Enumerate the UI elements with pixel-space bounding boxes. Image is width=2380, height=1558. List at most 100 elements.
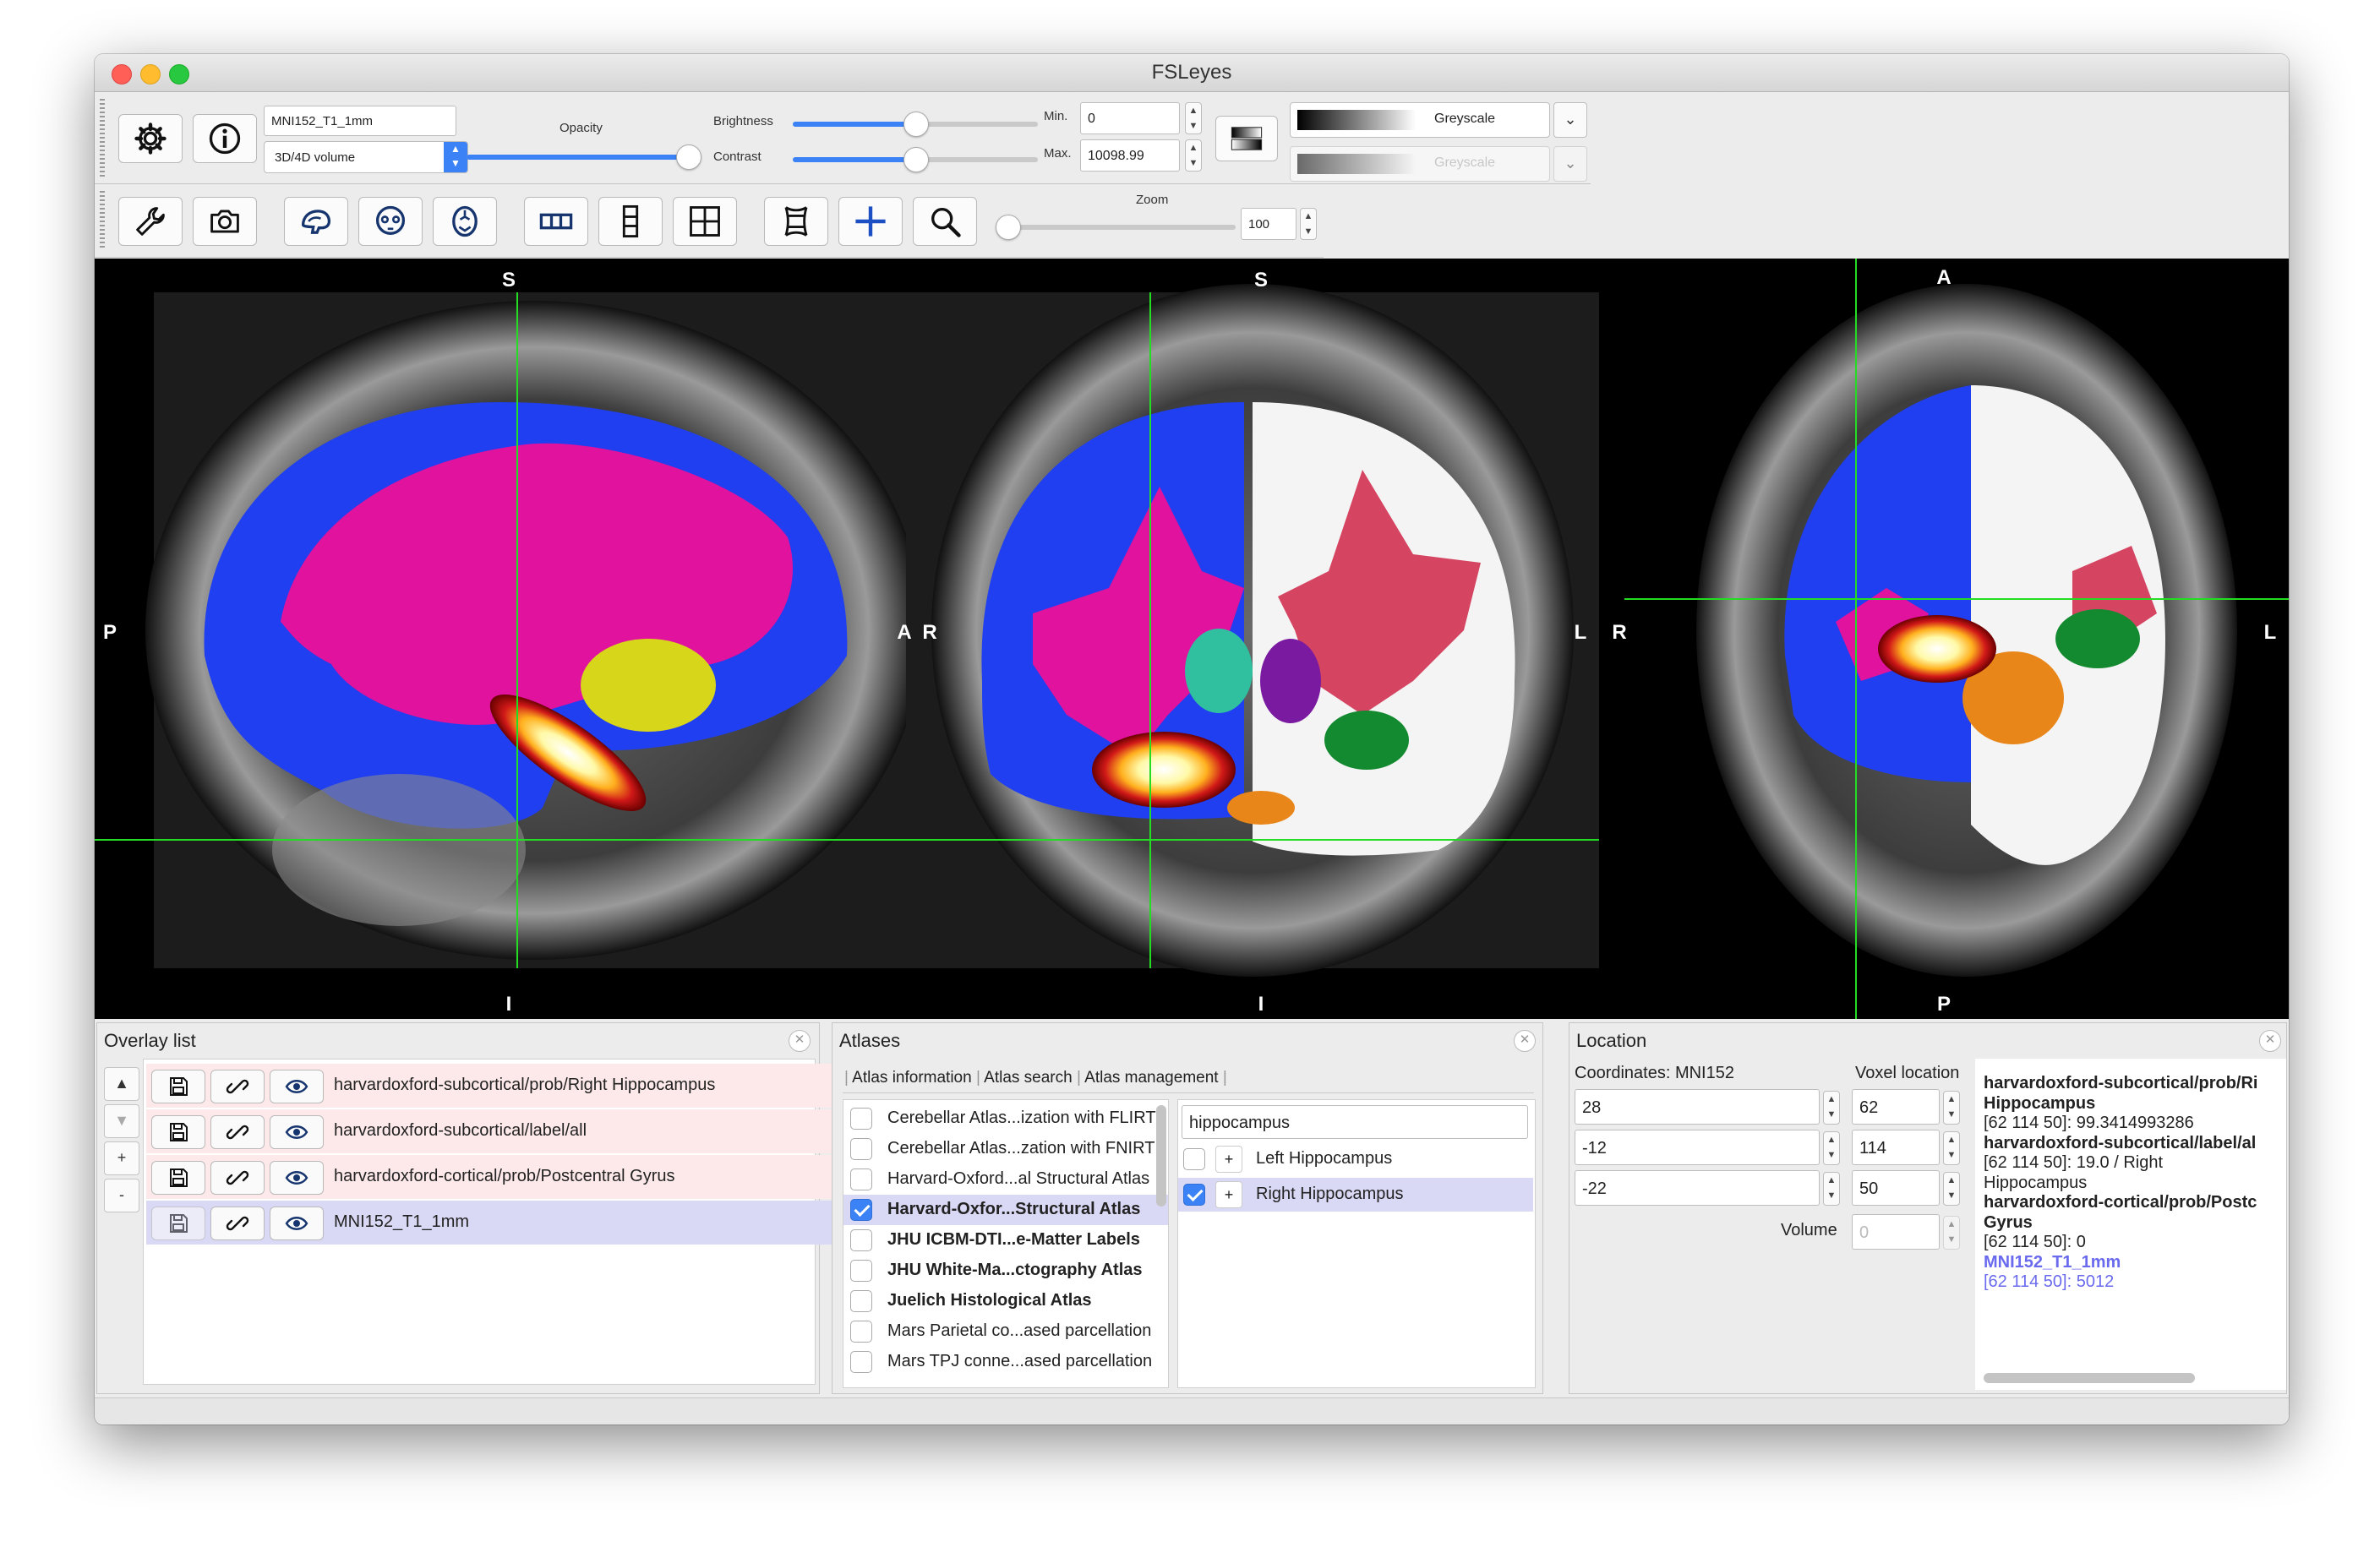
overlay-type-select[interactable]: 3D/4D volume ▲ ▼ [264,141,468,173]
axial-view[interactable] [1624,259,2289,1019]
close-overlay-list-button[interactable]: ✕ [789,1030,811,1052]
contrast-slider[interactable] [793,147,1038,172]
voxel-z-field[interactable]: 50 [1852,1170,1940,1206]
toggle-crosshair-button[interactable] [838,197,903,246]
save-overlay-button[interactable] [151,1207,205,1240]
toggle-visibility-button[interactable] [270,1161,324,1195]
horizontal-layout-button[interactable] [524,197,588,246]
atlas-list-item[interactable]: Harvard-Oxford...al Structural Atlas [843,1164,1168,1195]
brightness-slider[interactable] [793,112,1038,137]
remove-overlay-button[interactable]: - [104,1179,139,1212]
save-overlay-button[interactable] [151,1161,205,1195]
grid-layout-button[interactable] [673,197,737,246]
region-checkbox[interactable] [1183,1184,1205,1206]
zoom-knob[interactable] [996,215,1021,240]
contrast-knob[interactable] [903,147,929,172]
overlay-row[interactable]: harvardoxford-subcortical/prob/Right Hip… [146,1064,890,1108]
vertical-layout-button[interactable] [598,197,663,246]
atlas-checkbox[interactable] [850,1229,872,1251]
region-row-selected[interactable]: + Right Hippocampus [1178,1178,1533,1212]
toggle-coronal-button[interactable] [358,197,423,246]
link-overlay-button[interactable] [210,1207,265,1240]
screenshot-button[interactable] [193,197,257,246]
voxel-x-field[interactable]: 62 [1852,1089,1940,1125]
voxel-y-field[interactable]: 114 [1852,1130,1940,1165]
atlas-checkbox[interactable] [850,1199,872,1221]
coord-z-field[interactable]: -22 [1575,1170,1820,1206]
atlas-checkbox[interactable] [850,1168,872,1190]
atlas-list-item[interactable]: Cerebellar Atlas...zation with FNIRT [843,1134,1168,1164]
volume-field[interactable]: 0 [1852,1214,1940,1250]
toggle-axial-button[interactable] [433,197,497,246]
sagittal-view[interactable] [145,292,940,968]
volume-spinner[interactable]: ▲ ▼ [1943,1216,1960,1250]
close-atlases-button[interactable]: ✕ [1514,1030,1536,1052]
atlas-checkbox[interactable] [850,1138,872,1160]
invert-colormap-button[interactable] [1215,116,1278,161]
region-checkbox[interactable] [1183,1148,1205,1170]
coord-y-spinner[interactable]: ▲ ▼ [1823,1131,1840,1165]
opacity-knob[interactable] [675,144,701,170]
negative-colormap-select[interactable]: Greyscale [1290,146,1550,182]
view-settings-button[interactable] [118,197,183,246]
location-info-scrollbar[interactable] [1984,1373,2195,1383]
atlas-checkbox[interactable] [850,1260,872,1282]
voxel-y-spinner[interactable]: ▲ ▼ [1943,1131,1960,1165]
add-region-button[interactable]: + [1215,1181,1242,1208]
atlas-checkbox[interactable] [850,1108,872,1130]
overlay-row[interactable]: harvardoxford-cortical/prob/Postcentral … [146,1155,890,1199]
toggle-visibility-button[interactable] [270,1207,324,1240]
tab-atlas-information[interactable]: Atlas information [852,1069,972,1087]
toolbar-grip[interactable] [100,191,105,250]
region-row[interactable]: + Left Hippocampus [1178,1142,1533,1176]
atlas-list-item[interactable]: Cerebellar Atlas...ization with FLIRT [843,1103,1168,1134]
toggle-visibility-button[interactable] [270,1070,324,1103]
brightness-knob[interactable] [903,112,929,137]
zoom-spinner[interactable]: ▲ ▼ [1300,208,1317,240]
atlas-checkbox[interactable] [850,1290,872,1312]
atlas-checkbox[interactable] [850,1351,872,1373]
coord-x-spinner[interactable]: ▲ ▼ [1823,1091,1840,1125]
atlas-list-item[interactable]: JHU White-Ma...ctography Atlas [843,1256,1168,1286]
add-region-button[interactable]: + [1215,1146,1242,1173]
coord-z-spinner[interactable]: ▲ ▼ [1823,1172,1840,1206]
atlas-list-scrollbar[interactable] [1156,1105,1166,1207]
coronal-view[interactable] [906,284,1599,977]
overlay-row-selected[interactable]: MNI152_T1_1mm [146,1201,890,1245]
coord-x-field[interactable]: 28 [1575,1089,1820,1125]
link-overlay-button[interactable] [210,1161,265,1195]
info-button[interactable] [193,114,257,163]
atlas-checkbox[interactable] [850,1321,872,1343]
voxel-x-spinner[interactable]: ▲ ▼ [1943,1091,1960,1125]
max-spinner[interactable]: ▲ ▼ [1185,139,1202,172]
settings-button[interactable] [118,114,183,163]
min-field[interactable]: 0 [1080,102,1180,134]
add-overlay-button[interactable]: + [104,1141,139,1175]
negative-colormap-dropdown-button[interactable]: ⌄ [1553,146,1587,182]
min-spinner[interactable]: ▲ ▼ [1185,102,1202,134]
ortho-canvas[interactable]: S I P A S I R L A P R L [95,259,2289,1019]
move-up-button[interactable]: ▲ [104,1067,139,1101]
link-overlay-button[interactable] [210,1115,265,1149]
opacity-slider[interactable] [467,144,701,170]
toggle-visibility-button[interactable] [270,1115,324,1149]
save-overlay-button[interactable] [151,1115,205,1149]
atlas-list-item[interactable]: Mars Parietal co...ased parcellation [843,1316,1168,1347]
toggle-sagittal-button[interactable] [284,197,348,246]
close-location-button[interactable]: ✕ [2259,1030,2281,1052]
tab-atlas-management[interactable]: Atlas management [1084,1069,1218,1087]
overlay-name-field[interactable]: MNI152_T1_1mm [264,106,456,136]
atlas-list-item[interactable]: Harvard-Oxfor...Structural Atlas [843,1195,1168,1225]
zoom-field[interactable]: 100 [1241,208,1296,240]
link-overlay-button[interactable] [210,1070,265,1103]
atlas-list-item[interactable]: Juelich Histological Atlas [843,1286,1168,1316]
zoom-tool-button[interactable] [913,197,977,246]
zoom-slider[interactable] [996,215,1236,240]
colormap-dropdown-button[interactable]: ⌄ [1553,102,1587,138]
voxel-z-spinner[interactable]: ▲ ▼ [1943,1172,1960,1206]
atlas-list-item[interactable]: JHU ICBM-DTI...e-Matter Labels [843,1225,1168,1256]
toolbar-grip[interactable] [100,99,105,177]
atlas-list-item[interactable]: Mars TPJ conne...ased parcellation [843,1347,1168,1377]
move-down-button[interactable]: ▼ [104,1104,139,1138]
ortho-viewer[interactable]: S I P A S I R L A P R L [95,259,2289,1019]
